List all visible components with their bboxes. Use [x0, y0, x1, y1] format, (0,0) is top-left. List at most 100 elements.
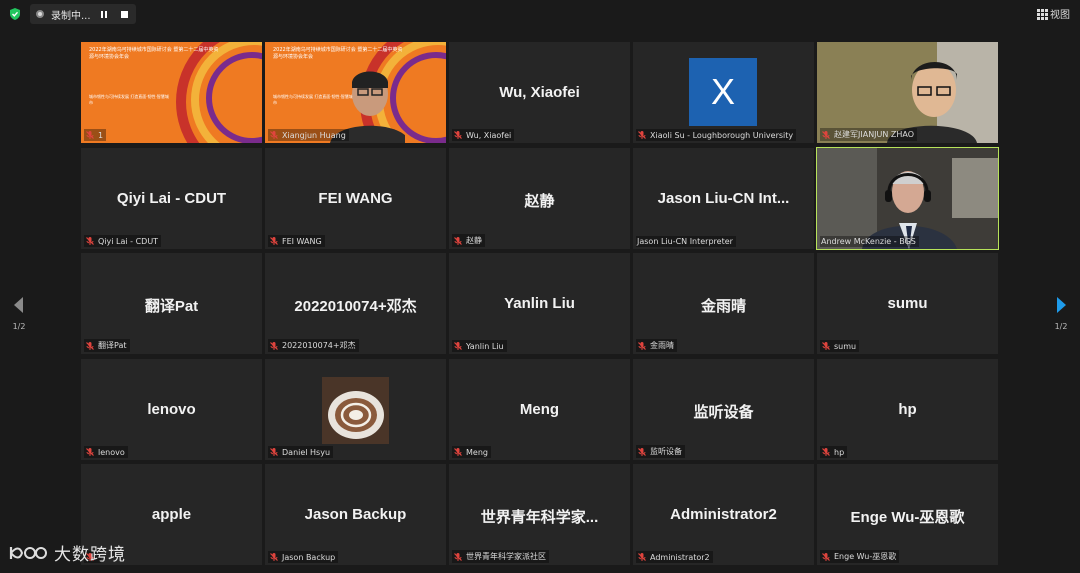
- participant-tile[interactable]: 赵静 赵静: [449, 148, 630, 249]
- participant-tile[interactable]: Qiyi Lai - CDUT Qiyi Lai - CDUT: [81, 148, 262, 249]
- participant-tile[interactable]: lenovo lenovo: [81, 359, 262, 460]
- participant-tile[interactable]: 金雨晴 金雨晴: [633, 253, 814, 354]
- participant-tile[interactable]: 2022年湖南乌可持续城市国际研讨会 暨第二十二届中英资源与环境协会年会 城市韧性…: [81, 42, 262, 143]
- mic-muted-icon: [821, 447, 834, 457]
- mic-muted-icon: [821, 341, 834, 351]
- participant-label: Wu, Xiaofei: [452, 129, 515, 141]
- stop-recording-button[interactable]: [117, 7, 131, 21]
- participant-label: Yanlin Liu: [452, 340, 507, 352]
- shared-slide: 2022年湖南乌可持续城市国际研讨会 暨第二十二届中英资源与环境协会年会 城市韧性…: [81, 42, 262, 143]
- participant-name: Administrator2: [670, 506, 777, 523]
- mic-muted-icon: [269, 236, 282, 246]
- participant-tile[interactable]: Jason Liu-CN Int... Jason Liu-CN Interpre…: [633, 148, 814, 249]
- page-indicator-right: 1/2: [1054, 322, 1068, 331]
- mic-muted-icon: [453, 341, 466, 351]
- pause-recording-button[interactable]: [97, 7, 111, 21]
- participant-tile[interactable]: Daniel Hsyu: [265, 359, 446, 460]
- participant-tile[interactable]: Andrew McKenzie - BGS: [816, 147, 999, 250]
- mic-muted-icon: [85, 341, 98, 351]
- stop-icon: [120, 10, 128, 18]
- participant-tile[interactable]: Administrator2 Administrator2: [633, 464, 814, 565]
- participant-label-text: Yanlin Liu: [466, 341, 504, 351]
- participant-tile[interactable]: 2022010074+邓杰 2022010074+邓杰: [265, 253, 446, 354]
- participant-label: Meng: [452, 446, 491, 458]
- participant-name: Enge Wu-巫恩歌: [850, 509, 965, 526]
- participant-label-text: 赵静: [466, 236, 482, 245]
- participant-label-text: 2022010074+邓杰: [282, 341, 356, 350]
- participant-label: sumu: [820, 340, 860, 352]
- participant-label: Xiangjun Huang: [268, 129, 349, 141]
- participant-label: Jason Backup: [268, 551, 339, 563]
- participant-label-text: sumu: [834, 341, 857, 351]
- participant-name: hp: [898, 401, 917, 418]
- participant-label-text: Administrator2: [650, 552, 710, 562]
- recording-indicator: 录制中...: [30, 4, 136, 24]
- participant-label-text: Enge Wu-巫恩歌: [834, 552, 897, 561]
- participant-tile[interactable]: Jason Backup Jason Backup: [265, 464, 446, 565]
- mic-muted-icon: [269, 341, 282, 351]
- participant-tile[interactable]: FEI WANG FEI WANG: [265, 148, 446, 249]
- participant-name: FEI WANG: [318, 190, 393, 207]
- participant-tile[interactable]: X Xiaoli Su - Loughborough University: [633, 42, 814, 143]
- arrow-right-icon: [1057, 297, 1066, 313]
- participant-label: 监听设备: [636, 445, 685, 458]
- participant-name: sumu: [887, 295, 928, 312]
- participant-tile[interactable]: 翻译Pat 翻译Pat: [81, 253, 262, 354]
- mic-muted-icon: [269, 130, 282, 140]
- participant-label: FEI WANG: [268, 235, 325, 247]
- participant-name: 监听设备: [693, 404, 754, 421]
- participant-label: hp: [820, 446, 848, 458]
- mic-muted-icon: [821, 130, 834, 140]
- slide-title: 2022年湖南乌可持续城市国际研讨会 暨第二十二届中英资源与环境协会年会: [89, 47, 219, 60]
- view-button[interactable]: 视图: [1037, 6, 1070, 21]
- participant-tile[interactable]: sumu sumu: [817, 253, 998, 354]
- view-button-label: 视图: [1050, 10, 1070, 21]
- participant-label: 世界青年科学家派社区: [452, 550, 549, 563]
- participant-label-text: 监听设备: [650, 447, 682, 456]
- participant-tile[interactable]: Yanlin Liu Yanlin Liu: [449, 253, 630, 354]
- mic-muted-icon: [453, 236, 466, 246]
- participant-label: 1: [84, 129, 107, 141]
- watermark-text: 大数跨境: [54, 545, 126, 565]
- participant-tile[interactable]: Wu, Xiaofei Wu, Xiaofei: [449, 42, 630, 143]
- participant-tile[interactable]: hp hp: [817, 359, 998, 460]
- mic-muted-icon: [85, 236, 98, 246]
- participant-label-text: hp: [834, 447, 845, 457]
- record-dot-icon: [36, 10, 44, 18]
- previous-page-button[interactable]: 1/2: [4, 296, 34, 331]
- participant-label: 赵静: [452, 234, 485, 247]
- arrow-left-icon: [14, 297, 23, 313]
- participant-name: Meng: [519, 401, 560, 418]
- participant-label-text: FEI WANG: [282, 236, 322, 246]
- profile-photo: [322, 377, 389, 444]
- participant-tile[interactable]: 监听设备 监听设备: [633, 359, 814, 460]
- participant-tile[interactable]: Meng Meng: [449, 359, 630, 460]
- slide-title: 2022年湖南乌可持续城市国际研讨会 暨第二十二届中英资源与环境协会年会: [273, 47, 403, 60]
- participant-video: [817, 148, 998, 249]
- next-page-button[interactable]: 1/2: [1046, 296, 1076, 331]
- participant-tile[interactable]: 2022年湖南乌可持续城市国际研讨会 暨第二十二届中英资源与环境协会年会 城市韧性…: [265, 42, 446, 143]
- security-shield-icon[interactable]: [8, 7, 22, 21]
- participant-tile[interactable]: 赵建军JIANJUN ZHAO: [817, 42, 998, 143]
- participant-label: 赵建军JIANJUN ZHAO: [820, 128, 918, 141]
- participant-name: Jason Backup: [304, 506, 407, 523]
- participant-label: Xiaoli Su - Loughborough University: [636, 129, 797, 141]
- slide-body: 城市韧性与可持续发展 打造直面·韧性·智慧城市: [89, 94, 169, 105]
- mic-muted-icon: [85, 130, 98, 140]
- top-bar: 录制中... 视图: [0, 0, 1080, 28]
- participant-label: Qiyi Lai - CDUT: [84, 235, 162, 247]
- participant-label-text: Jason Backup: [282, 552, 336, 562]
- participant-name: Wu, Xiaofei: [499, 84, 580, 101]
- mic-muted-icon: [85, 447, 98, 457]
- watermark: 大数跨境: [8, 540, 126, 565]
- participant-label-text: lenovo: [98, 447, 125, 457]
- participant-label: lenovo: [84, 446, 128, 458]
- page-indicator-left: 1/2: [12, 322, 26, 331]
- participant-tile[interactable]: 世界青年科学家... 世界青年科学家派社区: [449, 464, 630, 565]
- participant-tile[interactable]: Enge Wu-巫恩歌 Enge Wu-巫恩歌: [817, 464, 998, 565]
- mic-muted-icon: [269, 552, 282, 562]
- participant-name: Qiyi Lai - CDUT: [116, 190, 227, 207]
- participant-name: Jason Liu-CN Int...: [657, 190, 790, 207]
- participant-label: 2022010074+邓杰: [268, 339, 359, 352]
- participant-label-text: Andrew McKenzie - BGS: [821, 237, 916, 246]
